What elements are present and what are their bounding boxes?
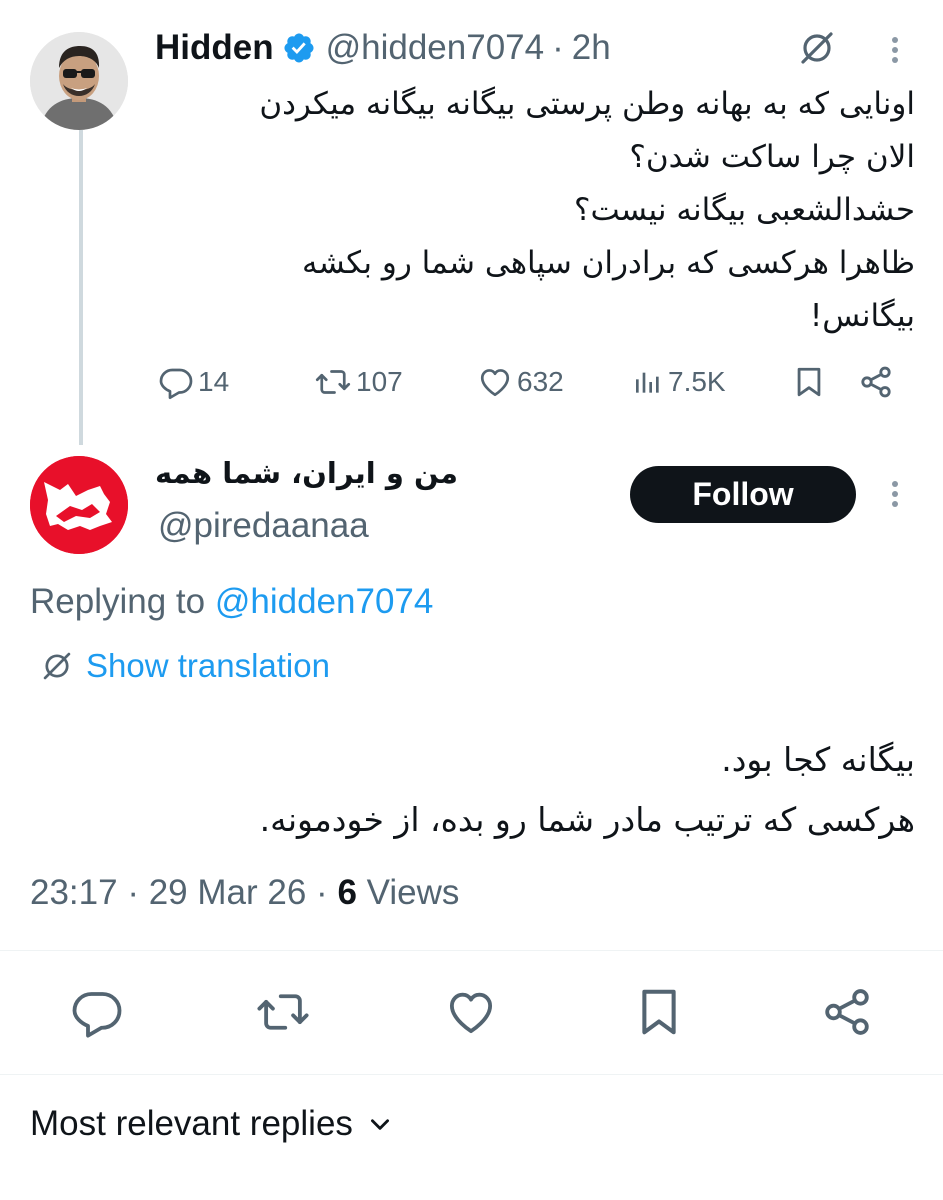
divider (0, 950, 943, 951)
reply-text: بیگانه کجا بود. هرکسی که ترتیب مادر شما … (60, 730, 915, 850)
show-translation-label[interactable]: Show translation (86, 647, 330, 685)
grok-icon[interactable] (797, 28, 837, 68)
replying-to-mention[interactable]: @hidden7074 (215, 582, 434, 621)
repost-button[interactable] (256, 985, 310, 1039)
reply-time[interactable]: 23:17 (30, 873, 118, 912)
chevron-down-icon (370, 1119, 389, 1130)
reply-text-line: هرکسی که ترتیب مادر شما رو بده، از خودمو… (259, 800, 915, 839)
bookmark-button[interactable] (792, 364, 826, 400)
bookmark-icon (797, 367, 821, 397)
replying-to-line: Replying to @hidden7074 (30, 582, 433, 622)
like-button[interactable] (444, 985, 498, 1039)
author-handle[interactable]: @hidden7074 (326, 28, 545, 68)
show-translation-link[interactable]: Show translation (40, 647, 330, 685)
tweet-meta: 23:17 · 29 Mar 26 · 6 Views (30, 873, 459, 913)
reply-date[interactable]: 29 Mar 26 (149, 873, 307, 912)
more-options-icon[interactable] (880, 30, 910, 70)
follow-button[interactable]: Follow (630, 466, 856, 523)
separator-dot: · (552, 28, 564, 67)
repost-button[interactable]: 107 (314, 364, 403, 400)
more-options-icon[interactable] (880, 474, 910, 514)
reply-count: 14 (198, 366, 230, 397)
reply-views-count: 6 (337, 873, 357, 912)
repost-icon (257, 994, 309, 1030)
tweet-text-line: الان چرا ساکت شدن؟ (629, 139, 915, 175)
views-chart-icon (636, 372, 659, 393)
views-count: 7.5K (668, 366, 726, 397)
reply-author-name[interactable]: من و ایران، شما همه (155, 456, 458, 490)
tweet-time[interactable]: 2h (572, 28, 611, 68)
bookmark-icon (642, 989, 676, 1035)
share-icon (861, 366, 891, 398)
verified-badge-icon (282, 31, 316, 65)
reply-icon (72, 992, 122, 1038)
reply-sort-dropdown[interactable]: Most relevant replies (30, 1104, 393, 1144)
bookmark-button[interactable] (632, 985, 686, 1039)
heart-icon (449, 992, 493, 1034)
reply-button[interactable]: 14 (158, 364, 229, 400)
heart-icon (480, 369, 510, 397)
tweet-text-line: اونایی که به بهانه وطن پرستی بیگانه بیگا… (259, 86, 915, 122)
share-icon (825, 989, 869, 1035)
like-count: 632 (517, 366, 564, 397)
reply-action-bar (0, 985, 943, 1041)
tweet-text-line: بیگانس! (809, 298, 915, 334)
share-button[interactable] (820, 985, 874, 1039)
reply-text-line: بیگانه کجا بود. (721, 740, 915, 779)
tweet-text-line: ظاهرا هرکسی که برادران سپاهی شما رو بکشه (301, 245, 915, 281)
reply-sort-label[interactable]: Most relevant replies (30, 1104, 353, 1144)
reply-button[interactable] (70, 985, 124, 1039)
reply-icon (159, 368, 193, 400)
tweet-action-bar: 14 107 632 7.5K (0, 358, 943, 406)
avatar-hidden[interactable] (30, 32, 128, 130)
separator-dot: · (316, 873, 338, 912)
reply-views-label: Views (366, 873, 460, 912)
tweet-header: Hidden @hidden7074 · 2h (155, 26, 611, 70)
repost-count: 107 (356, 366, 403, 397)
views-button[interactable]: 7.5K (632, 364, 726, 400)
like-button[interactable]: 632 (477, 364, 564, 400)
separator-dot: · (127, 873, 149, 912)
divider (0, 1074, 943, 1075)
share-button[interactable] (858, 364, 894, 400)
author-name[interactable]: Hidden (155, 28, 274, 68)
tweet-text: اونایی که به بهانه وطن پرستی بیگانه بیگا… (140, 78, 915, 343)
replying-to-label: Replying to (30, 582, 206, 621)
tweet-text-line: حشدالشعبی بیگانه نیست؟ (574, 192, 915, 228)
avatar-piredaanaa[interactable] (30, 456, 128, 554)
reply-author-handle[interactable]: @piredaanaa (158, 506, 369, 546)
repost-icon (315, 370, 351, 394)
grok-icon (43, 652, 71, 680)
